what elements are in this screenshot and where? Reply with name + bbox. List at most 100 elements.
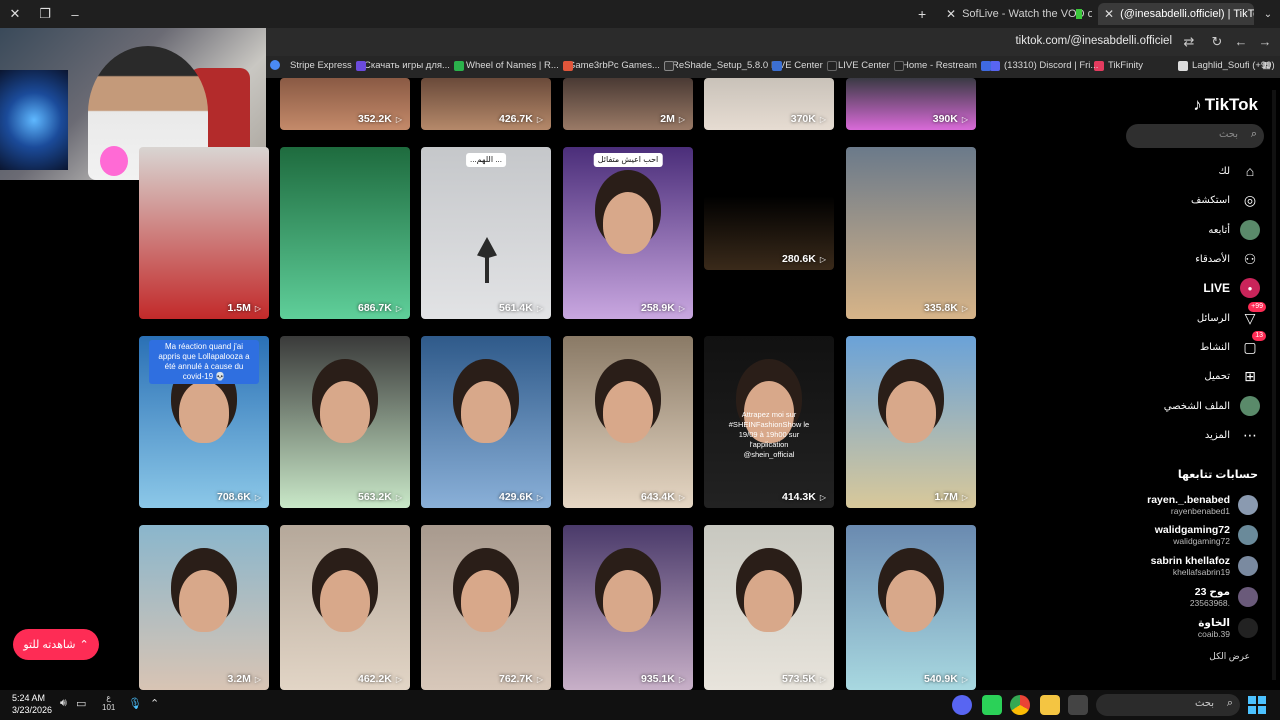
bookmark-item[interactable]: ReShade_Setup_5.8.0: [672, 60, 783, 71]
sidebar-item-following-avatar[interactable]: أتابعه ●: [1208, 220, 1260, 240]
video-thumbnail[interactable]: Ma réaction quand j'ai appris que Lollap…: [139, 336, 269, 508]
windows-start-icon[interactable]: [1248, 696, 1266, 714]
bookmark-item[interactable]: Stripe Express: [290, 60, 366, 71]
video-thumbnail[interactable]: 390K ▷: [846, 78, 976, 130]
sidebar-item-activity[interactable]: النشاط ▢ 13: [1200, 331, 1266, 357]
see-all-link[interactable]: عرض الكل: [1209, 651, 1250, 662]
video-thumbnail[interactable]: 370K ▷: [704, 78, 834, 130]
video-thumbnail[interactable]: 1.5M ▷: [139, 147, 269, 319]
tab-soflive[interactable]: ✕ SofLive - Watch the VOD on Ki: [940, 3, 1092, 25]
tab-tiktok[interactable]: ✕ (@inesabdelli.officiel) | TikTok ♪: [1098, 3, 1254, 25]
play-icon: ▷: [961, 492, 968, 502]
video-thumbnail[interactable]: 686.7K ▷: [280, 147, 410, 319]
discord-taskbar-icon[interactable]: [952, 695, 972, 715]
video-thumbnail[interactable]: 762.7K ▷: [421, 525, 551, 690]
scrollbar[interactable]: [1272, 90, 1276, 680]
video-thumbnail[interactable]: 335.8K ▷: [846, 147, 976, 319]
tray-chevron-icon[interactable]: ⌃: [150, 697, 159, 710]
video-thumbnail[interactable]: 643.4K ▷: [563, 336, 693, 508]
search-input[interactable]: بحث ⌕: [1126, 124, 1264, 148]
avatar: [1238, 525, 1258, 545]
watched-button[interactable]: شاهدته للتو ⌃: [13, 629, 99, 660]
video-thumbnail[interactable]: ...اللهم ... 561.4K ▷: [421, 147, 551, 319]
video-thumbnail[interactable]: 280.6K ▷: [704, 196, 834, 270]
video-thumbnail[interactable]: 429.6K ▷: [421, 336, 551, 508]
volume-icon[interactable]: 🔊︎: [60, 697, 67, 710]
clock[interactable]: 5:24 AM 3/23/2026: [12, 692, 52, 716]
following-account[interactable]: موح 23 23563968.: [1190, 584, 1258, 610]
sidebar-item-upload[interactable]: تحميل ⊞: [1204, 366, 1260, 386]
url-field[interactable]: tiktok.com/@inesabdelli.officiel: [1015, 35, 1172, 47]
sidebar-item-label: الأصدقاء: [1195, 253, 1230, 265]
close-window-icon[interactable]: ✕: [0, 0, 30, 28]
video-thumbnail[interactable]: 426.7K ▷: [421, 78, 551, 130]
sidebar-item-live[interactable]: LIVE ●: [1203, 278, 1260, 298]
video-thumbnail[interactable]: Attrapez moi sur #SHEINFashionShow le 19…: [704, 336, 834, 508]
bookmark-item[interactable]: (13310) Discord | Fri...: [990, 60, 1098, 71]
taskbar: 5:24 AM 3/23/2026 🔊︎ ▭ ع 101 🎙︎ ⌃ بحث ⌕: [0, 690, 1280, 720]
video-thumbnail[interactable]: 540.9K ▷: [846, 525, 976, 690]
notification-badge: 13: [1252, 331, 1266, 341]
minimize-window-icon[interactable]: –: [60, 0, 90, 28]
video-thumbnail[interactable]: 563.2K ▷: [280, 336, 410, 508]
tab-close-icon[interactable]: ✕: [946, 7, 956, 21]
play-icon: ▷: [395, 303, 402, 313]
bookmark-item[interactable]: Wheel of Names | R...: [466, 60, 573, 71]
video-thumbnail[interactable]: 352.2K ▷: [280, 78, 410, 130]
sidebar-item-home[interactable]: لك ⌂: [1219, 161, 1260, 181]
site-settings-icon[interactable]: ⇄: [1180, 33, 1198, 51]
back-icon[interactable]: →: [1256, 33, 1274, 51]
video-thumbnail[interactable]: 1.7M ▷: [846, 336, 976, 508]
sidebar-item-label: LIVE: [1203, 281, 1230, 295]
restore-window-icon[interactable]: ❐: [30, 0, 60, 28]
video-thumbnail[interactable]: 2M ▷: [563, 78, 693, 130]
tab-close-icon[interactable]: ✕: [1104, 7, 1114, 21]
sidebar-item-friends[interactable]: الأصدقاء ⚇: [1195, 249, 1260, 269]
network-icon[interactable]: ▭: [76, 697, 86, 710]
sidebar-item-label: تحميل: [1204, 370, 1230, 382]
forward-icon[interactable]: ←: [1232, 33, 1250, 51]
sidebar-item-more[interactable]: المزيد ⋯: [1205, 425, 1260, 445]
language-indicator[interactable]: ع 101: [102, 693, 115, 713]
tab-search-icon[interactable]: ⌄: [1258, 0, 1278, 28]
bookmark-item[interactable]: TikFinity: [1094, 60, 1143, 71]
video-thumbnail[interactable]: 462.2K ▷: [280, 525, 410, 690]
sidebar-item-messages[interactable]: الرسائل ▽ +99: [1197, 302, 1266, 328]
view-count: 1.5M ▷: [228, 302, 262, 314]
search-icon: ⌕: [1226, 697, 1233, 709]
bookmark-item[interactable]: LIVE Center: [838, 60, 904, 71]
view-count: 563.2K ▷: [358, 491, 402, 503]
search-icon[interactable]: ⌕: [1251, 128, 1257, 141]
chrome-taskbar-icon[interactable]: [1010, 695, 1030, 715]
view-count: 280.6K ▷: [782, 253, 826, 265]
sidebar-item-compass[interactable]: استكشف ◎: [1191, 190, 1260, 210]
bookmark-item[interactable]: [270, 60, 280, 70]
view-count-value: 426.7K: [498, 113, 533, 125]
following-account[interactable]: rayen._.benabed rayenbenabed1: [1147, 492, 1258, 518]
app-taskbar-icon[interactable]: [982, 695, 1002, 715]
video-thumbnail[interactable]: احب اعيش متفائل 258.9K ▷: [563, 147, 693, 319]
video-thumbnail[interactable]: 935.1K ▷: [563, 525, 693, 690]
following-account[interactable]: sabrin khellafoz khellafsabrin19: [1151, 553, 1258, 579]
thumbnail-person: [320, 381, 370, 443]
kick-favicon-icon: [1076, 9, 1082, 19]
following-account[interactable]: الخاوة coaib.39: [1198, 615, 1258, 641]
bookmark-item[interactable]: Home - Restream: [902, 60, 991, 71]
bookmark-item[interactable]: Game3rbPc Games...: [568, 60, 674, 71]
microphone-icon[interactable]: 🎙︎: [128, 697, 142, 710]
app-taskbar-icon[interactable]: [1068, 695, 1088, 715]
reload-icon[interactable]: ↻: [1208, 33, 1226, 51]
following-account[interactable]: walidgaming72 walidgaming72: [1155, 522, 1258, 548]
bookmark-item[interactable]: Скачать игры для...: [364, 60, 464, 71]
new-tab-icon[interactable]: +: [918, 0, 934, 28]
video-thumbnail[interactable]: 3.2M ▷: [139, 525, 269, 690]
view-count: 3.2M ▷: [228, 673, 262, 685]
sidebar-item-profile-avatar[interactable]: الملف الشخصي ●: [1164, 396, 1260, 416]
tiktok-logo[interactable]: ♪ TikTok: [1193, 95, 1258, 115]
play-icon: ▷: [678, 303, 685, 313]
file-explorer-icon[interactable]: [1040, 695, 1060, 715]
play-icon: ▷: [254, 674, 261, 684]
video-thumbnail[interactable]: 573.5K ▷: [704, 525, 834, 690]
bookmark-item[interactable]: Laghlid_Soufi (+99): [1178, 60, 1275, 71]
taskbar-search-input[interactable]: بحث ⌕: [1096, 694, 1240, 716]
